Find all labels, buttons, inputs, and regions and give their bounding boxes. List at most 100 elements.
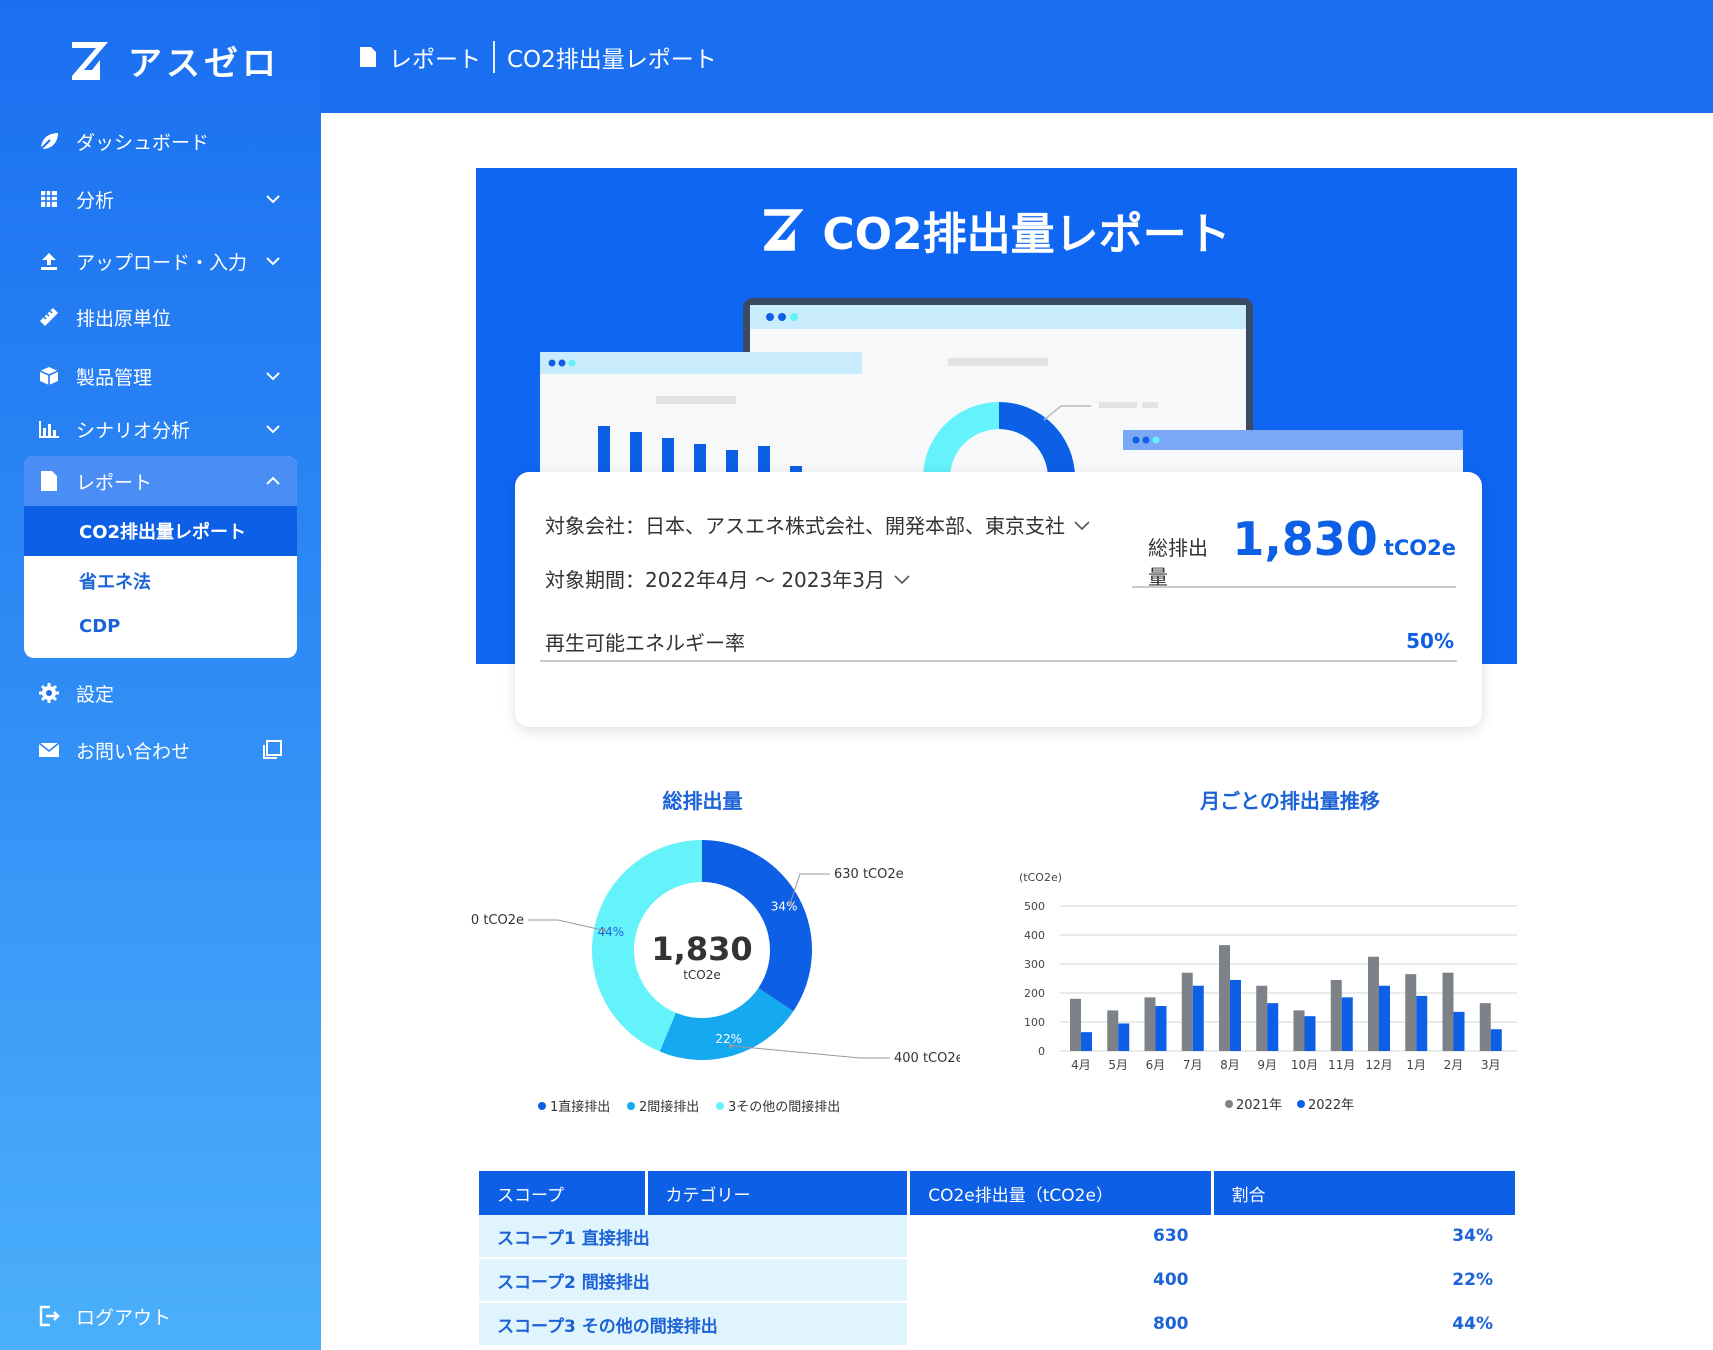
bar-2022年[interactable] (1379, 985, 1390, 1051)
bar-2021年[interactable] (1293, 1010, 1305, 1051)
gear-icon (38, 682, 60, 704)
sidebar-item-upload[interactable]: アップロード・入力 (24, 237, 297, 285)
sidebar-item-dashboard[interactable]: ダッシュボード (24, 117, 297, 165)
row-emissions: 400 (910, 1259, 1211, 1303)
donut-chart-title: 総排出量 (662, 789, 743, 813)
period-filter[interactable]: 対象期間：2022年4月 〜 2023年3月 (545, 564, 911, 593)
chevron-down-icon (894, 574, 910, 584)
donut-leader-dot (601, 928, 606, 933)
logout-button[interactable]: ログアウト (24, 1292, 297, 1340)
bar-2021年[interactable] (1405, 974, 1417, 1051)
bar-2022年[interactable] (1490, 1029, 1502, 1051)
sidebar-item-label: 分析 (76, 189, 115, 212)
donut-value-label: 400 tCO2e (894, 1051, 960, 1066)
external-window-icon (263, 740, 282, 759)
donut-leader-line (528, 919, 605, 931)
legend-marker (1297, 1100, 1305, 1108)
scope-table: スコープ カテゴリー CO2e排出量（tCO2e） 割合 スコープ1 直接排出 … (476, 1171, 1518, 1347)
sidebar-item-report[interactable]: レポート (24, 456, 297, 506)
bar-2022年[interactable] (1081, 1032, 1092, 1051)
sidebar-item-contact[interactable]: お問い合わせ (24, 726, 297, 774)
row-label: スコープ3 その他の間接排出 (479, 1303, 908, 1347)
sidebar-item-label: アップロード・入力 (76, 251, 248, 274)
chevron-down-icon (266, 425, 280, 434)
sidebar-item-label: お問い合わせ (76, 740, 191, 763)
total-emissions-label: 総排出量 (1148, 536, 1208, 589)
row-share: 22% (1213, 1259, 1515, 1303)
bar-2022年[interactable] (1416, 995, 1428, 1051)
logo-icon (764, 209, 804, 251)
donut-leader-line (730, 1045, 890, 1059)
donut-value-label: 800 tCO2e (470, 913, 524, 928)
mail-icon (38, 739, 60, 761)
box-icon (38, 365, 60, 387)
company-filter[interactable]: 対象会社：日本、アスエネ株式会社、開発本部、東京支社 (545, 510, 1091, 539)
page-header: レポート CO2排出量レポート (321, 0, 1713, 113)
bar-2022年[interactable] (1453, 1011, 1465, 1051)
renewable-value: 50% (1406, 629, 1454, 653)
chevron-down-icon (266, 257, 280, 266)
bar-2021年[interactable] (1107, 1010, 1119, 1051)
x-tick-label: 2月 (1444, 1058, 1464, 1072)
y-tick-label: 0 (1038, 1045, 1045, 1058)
bar-2022年[interactable] (1304, 1016, 1316, 1051)
bar-2021年[interactable] (1219, 945, 1230, 1051)
bar-2022年[interactable] (1230, 979, 1241, 1051)
legend-label: 2022年 (1308, 1098, 1354, 1113)
grid-icon (38, 188, 60, 210)
chevron-down-icon (266, 195, 280, 204)
bar-2022年[interactable] (1155, 1006, 1167, 1051)
y-tick-label: 500 (1024, 900, 1045, 913)
bar-2022年[interactable] (1267, 1003, 1279, 1051)
sidebar-item-settings[interactable]: 設定 (24, 669, 297, 717)
bar-2021年[interactable] (1144, 997, 1156, 1051)
sidebar-item-label: 排出原単位 (76, 307, 172, 330)
donut-percent-label: 44% (597, 925, 624, 939)
donut-slice[interactable] (702, 840, 812, 1012)
donut-slice[interactable] (659, 987, 794, 1060)
breadcrumb-report[interactable]: レポート (389, 40, 481, 74)
total-emissions: 総排出量 1,830 tCO2e (1132, 512, 1456, 589)
column-header-category: カテゴリー (647, 1171, 908, 1215)
bar-2021年[interactable] (1442, 972, 1454, 1051)
sidebar-item-emission-factors[interactable]: 排出原単位 (24, 293, 297, 341)
bar-2021年[interactable] (1368, 956, 1379, 1051)
row-emissions: 800 (910, 1303, 1211, 1347)
bar-2022年[interactable] (1192, 985, 1204, 1051)
legend-label: 2021年 (1236, 1098, 1282, 1113)
sidebar-item-label: 設定 (76, 683, 115, 706)
sidebar-subitem-cdp[interactable]: CDP (24, 601, 297, 651)
donut-leader-dot (788, 901, 793, 906)
bar-2021年[interactable] (1256, 985, 1268, 1051)
legend-label: 2間接排出 (639, 1099, 699, 1115)
bar-2022年[interactable] (1118, 1023, 1130, 1051)
document-icon (38, 470, 60, 492)
bar-2021年[interactable] (1181, 972, 1193, 1051)
x-tick-label: 1月 (1406, 1058, 1426, 1072)
x-tick-label: 4月 (1071, 1058, 1091, 1072)
sidebar-item-products[interactable]: 製品管理 (24, 352, 297, 400)
bar-2022年[interactable] (1341, 997, 1353, 1051)
sidebar-item-label: ダッシュボード (76, 131, 210, 154)
sidebar-item-scenario[interactable]: シナリオ分析 (24, 405, 297, 453)
bar-chart-title: 月ごとの排出量推移 (1200, 789, 1380, 813)
report-title-text: CO2排出量レポート (822, 209, 1231, 260)
legend-marker (1225, 1100, 1233, 1108)
sidebar-subitem-energy-act[interactable]: 省エネ法 (24, 556, 297, 606)
row-label: スコープ2 間接排出 (479, 1259, 908, 1303)
y-tick-label: 400 (1024, 929, 1045, 942)
bar-2021年[interactable] (1330, 979, 1342, 1051)
y-tick-label: 300 (1024, 958, 1045, 971)
bar-2021年[interactable] (1479, 1003, 1491, 1051)
bar-2021年[interactable] (1070, 998, 1081, 1051)
app-logo[interactable]: アスゼロ (70, 36, 280, 85)
breadcrumb-current: CO2排出量レポート (507, 46, 717, 73)
period-filter-text: 対象期間：2022年4月 〜 2023年3月 (545, 568, 885, 592)
x-tick-label: 11月 (1328, 1058, 1355, 1072)
sidebar-item-analysis[interactable]: 分析 (24, 175, 297, 223)
ruler-icon (38, 306, 60, 328)
x-tick-label: 9月 (1257, 1058, 1277, 1072)
column-header-share: 割合 (1213, 1171, 1515, 1215)
sidebar-subitem-co2-report[interactable]: CO2排出量レポート (24, 506, 297, 556)
bar-chart-icon (38, 418, 60, 440)
